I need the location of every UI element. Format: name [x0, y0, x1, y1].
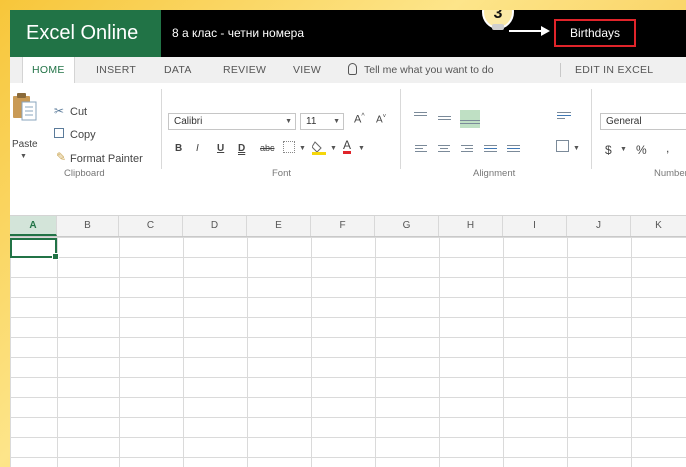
active-cell-a1[interactable] [10, 238, 59, 260]
grow-font-button[interactable]: A^ [354, 113, 365, 126]
align-middle-icon[interactable] [438, 114, 451, 122]
font-size-value: 11 [306, 116, 317, 127]
tab-home[interactable]: HOME [22, 57, 75, 84]
tab-edit-in-excel[interactable]: EDIT IN EXCEL [575, 57, 653, 83]
font-size-select[interactable]: 11 ▼ [300, 113, 344, 130]
borders-icon[interactable] [283, 141, 295, 153]
merge-cells-icon[interactable] [556, 140, 569, 152]
column-header-c[interactable]: C [119, 216, 183, 236]
fill-color-icon[interactable] [311, 140, 326, 158]
column-headers: A B C D E F G H I J K [10, 216, 686, 237]
column-gridline [183, 237, 184, 467]
tab-insert[interactable]: INSERT [96, 57, 136, 83]
font-name-value: Calibri [174, 116, 203, 127]
paste-dropdown-icon[interactable]: ▼ [20, 153, 27, 160]
app-brand[interactable]: Excel Online [10, 10, 161, 57]
column-gridline [311, 237, 312, 467]
column-gridline [567, 237, 568, 467]
column-header-a[interactable]: A [10, 216, 57, 236]
column-header-d[interactable]: D [183, 216, 247, 236]
annotation-number: 3 [494, 10, 503, 22]
align-right-icon[interactable] [461, 143, 473, 154]
copy-icon[interactable] [54, 128, 64, 138]
column-gridline [631, 237, 632, 467]
copy-button[interactable]: Copy [70, 129, 96, 141]
number-format-select[interactable]: General [600, 113, 686, 130]
fill-handle[interactable] [52, 253, 59, 260]
scissors-icon[interactable]: ✂ [54, 104, 64, 118]
tell-me-box[interactable]: Tell me what you want to do [348, 57, 494, 83]
column-header-f[interactable]: F [311, 216, 375, 236]
column-header-b[interactable]: B [57, 216, 119, 236]
chevron-down-icon[interactable]: ▼ [573, 145, 580, 152]
formula-bar[interactable] [10, 185, 686, 216]
tab-view[interactable]: VIEW [293, 57, 321, 83]
percent-button[interactable]: % [636, 143, 647, 157]
group-divider [400, 89, 401, 169]
cell-grid[interactable] [10, 237, 686, 467]
column-gridline [439, 237, 440, 467]
clipboard-group-label: Clipboard [64, 168, 105, 179]
comma-style-button[interactable]: , [666, 141, 669, 155]
tell-me-text: Tell me what you want to do [364, 64, 494, 76]
chevron-down-icon[interactable]: ▼ [358, 145, 365, 152]
column-header-h[interactable]: H [439, 216, 503, 236]
column-header-g[interactable]: G [375, 216, 439, 236]
increase-indent-icon[interactable] [507, 143, 520, 154]
align-top-icon[interactable] [414, 110, 427, 118]
chevron-down-icon[interactable]: ▼ [620, 146, 627, 153]
arrow-right-icon [509, 26, 550, 36]
column-gridline [247, 237, 248, 467]
paste-icon[interactable] [12, 93, 38, 123]
group-divider [161, 89, 162, 169]
tab-review[interactable]: REVIEW [223, 57, 266, 83]
align-left-icon[interactable] [415, 143, 427, 154]
column-header-i[interactable]: I [503, 216, 567, 236]
font-color-button[interactable]: A [343, 139, 352, 154]
format-painter-button[interactable]: Format Painter [70, 153, 143, 165]
lightbulb-icon [348, 63, 357, 75]
font-group-label: Font [272, 168, 292, 179]
group-divider [591, 89, 592, 169]
ribbon-tabs: HOME INSERT DATA REVIEW VIEW Tell me wha… [10, 57, 686, 84]
column-gridline [119, 237, 120, 467]
ribbon: Paste ▼ ✂ Cut Copy ✎ Format Painter Clip… [10, 83, 686, 186]
align-center-icon[interactable] [438, 143, 450, 154]
cut-button[interactable]: Cut [70, 106, 87, 118]
tab-data[interactable]: DATA [164, 57, 192, 83]
column-header-j[interactable]: J [567, 216, 631, 236]
chevron-down-icon[interactable]: ▼ [299, 145, 306, 152]
number-group-label: Number [654, 168, 686, 179]
tab-divider [560, 63, 561, 77]
decrease-indent-icon[interactable] [484, 143, 497, 154]
chevron-down-icon: ▼ [333, 118, 340, 125]
document-title[interactable]: 8 а клас - четни номера [172, 10, 304, 57]
alignment-group-label: Alignment [473, 168, 516, 179]
shrink-font-button[interactable]: A˅ [376, 114, 386, 125]
italic-button[interactable]: I [196, 143, 199, 154]
format-painter-icon[interactable]: ✎ [56, 150, 66, 164]
underline-button[interactable]: U [217, 143, 224, 154]
bold-button[interactable]: B [175, 143, 182, 154]
currency-button[interactable]: $ [605, 143, 612, 157]
chevron-down-icon[interactable]: ▼ [330, 145, 337, 152]
column-header-k[interactable]: K [631, 216, 686, 236]
title-bar: Excel Online 8 а клас - четни номера 3 B… [10, 10, 686, 57]
strikethrough-button[interactable]: abc [260, 143, 275, 153]
font-name-select[interactable]: Calibri ▼ [168, 113, 296, 130]
chevron-down-icon: ▼ [285, 118, 292, 125]
wrap-text-icon[interactable] [557, 110, 571, 121]
column-gridline [57, 237, 58, 467]
column-header-e[interactable]: E [247, 216, 311, 236]
column-gridline [375, 237, 376, 467]
excel-window: Excel Online 8 а клас - четни номера 3 B… [10, 10, 686, 467]
folder-breadcrumb[interactable]: Birthdays [554, 19, 636, 47]
paste-button[interactable]: Paste [12, 139, 38, 150]
shrink-font-glyph: A [376, 114, 383, 126]
number-format-value: General [606, 116, 642, 127]
column-gridline [503, 237, 504, 467]
double-underline-button[interactable]: D [238, 143, 245, 154]
align-bottom-icon[interactable] [460, 110, 480, 128]
